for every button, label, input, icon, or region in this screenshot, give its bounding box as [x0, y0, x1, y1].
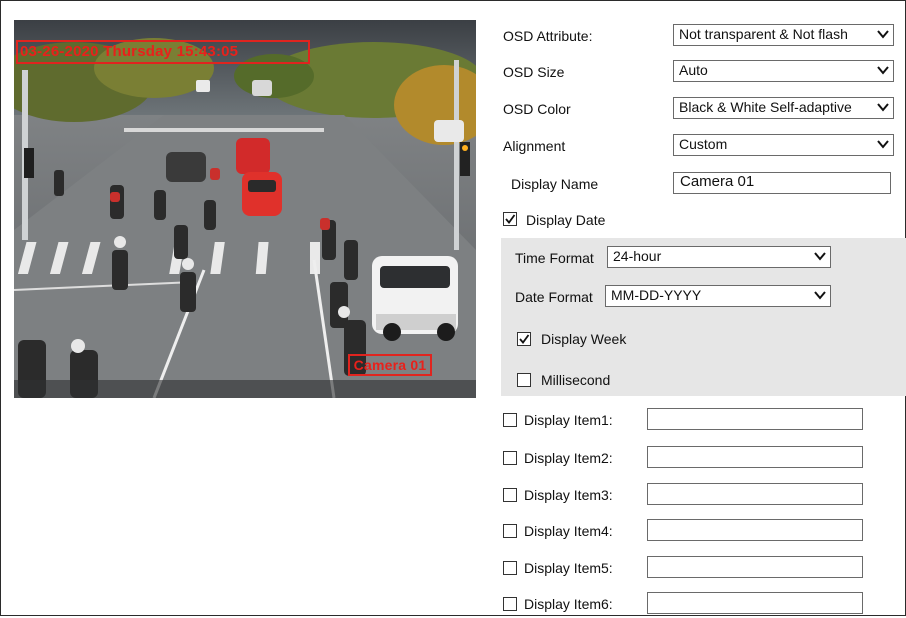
chevron-down-icon [814, 291, 826, 300]
display-item4-checkbox[interactable] [503, 524, 517, 538]
millisecond-checkbox[interactable] [517, 373, 531, 387]
display-item2-checkbox[interactable] [503, 451, 517, 465]
display-date-label: Display Date [526, 212, 606, 228]
osd-attribute-row: OSD Attribute: Not transparent & Not fla… [0, 22, 906, 50]
display-item-row: Display Item5: [0, 554, 906, 582]
time-format-label: Time Format [515, 250, 594, 266]
osd-color-row: OSD Color Black & White Self-adaptive [0, 95, 906, 123]
display-week-label: Display Week [541, 331, 627, 347]
display-item2-input[interactable] [647, 446, 863, 468]
osd-size-select[interactable]: Auto [673, 60, 894, 82]
display-date-row: Display Date [0, 206, 906, 234]
osd-size-value: Auto [679, 62, 708, 78]
display-item1-input[interactable] [647, 408, 863, 430]
time-format-value: 24-hour [613, 248, 662, 264]
display-item-label: Display Item6: [524, 596, 613, 612]
display-week-row: Display Week [0, 325, 906, 353]
osd-attribute-value: Not transparent & Not flash [679, 26, 848, 42]
display-name-row: Display Name Camera 01 [0, 170, 906, 198]
osd-color-label: OSD Color [503, 101, 571, 117]
alignment-label: Alignment [503, 138, 566, 154]
display-item-label: Display Item2: [524, 450, 613, 466]
chevron-down-icon [814, 252, 826, 261]
chevron-down-icon [877, 140, 889, 149]
time-format-row: Time Format 24-hour [0, 244, 906, 272]
alignment-select[interactable]: Custom [673, 134, 894, 156]
display-item6-checkbox[interactable] [503, 597, 517, 611]
display-item-row: Display Item2: [0, 444, 906, 472]
checkmark-icon [519, 334, 530, 344]
display-item3-checkbox[interactable] [503, 488, 517, 502]
display-item-label: Display Item1: [524, 412, 613, 428]
chevron-down-icon [877, 30, 889, 39]
display-item-row: Display Item6: [0, 590, 906, 618]
display-item-label: Display Item3: [524, 487, 613, 503]
display-item-label: Display Item5: [524, 560, 613, 576]
millisecond-label: Millisecond [541, 372, 611, 388]
chevron-down-icon [877, 66, 889, 75]
display-item5-input[interactable] [647, 556, 863, 578]
display-date-checkbox[interactable] [503, 212, 517, 226]
osd-attribute-select[interactable]: Not transparent & Not flash [673, 24, 894, 46]
millisecond-row: Millisecond [0, 366, 906, 394]
display-item1-checkbox[interactable] [503, 413, 517, 427]
display-week-checkbox[interactable] [517, 332, 531, 346]
osd-size-label: OSD Size [503, 64, 565, 80]
display-name-input[interactable]: Camera 01 [673, 172, 891, 194]
display-name-label: Display Name [511, 176, 599, 192]
osd-attribute-label: OSD Attribute: [503, 28, 593, 44]
display-item3-input[interactable] [647, 483, 863, 505]
checkmark-icon [505, 214, 516, 224]
display-item4-input[interactable] [647, 519, 863, 541]
date-format-value: MM-DD-YYYY [611, 287, 702, 303]
display-item-row: Display Item4: [0, 517, 906, 545]
osd-size-row: OSD Size Auto [0, 58, 906, 86]
display-item-row: Display Item3: [0, 481, 906, 509]
osd-color-select[interactable]: Black & White Self-adaptive [673, 97, 894, 119]
alignment-row: Alignment Custom [0, 132, 906, 160]
chevron-down-icon [877, 103, 889, 112]
time-format-select[interactable]: 24-hour [607, 246, 831, 268]
date-format-select[interactable]: MM-DD-YYYY [605, 285, 831, 307]
alignment-value: Custom [679, 136, 728, 152]
date-format-row: Date Format MM-DD-YYYY [0, 283, 906, 311]
date-format-label: Date Format [515, 289, 593, 305]
display-item5-checkbox[interactable] [503, 561, 517, 575]
display-item6-input[interactable] [647, 592, 863, 614]
display-item-row: Display Item1: [0, 406, 906, 434]
display-item-label: Display Item4: [524, 523, 613, 539]
osd-color-value: Black & White Self-adaptive [679, 99, 852, 115]
